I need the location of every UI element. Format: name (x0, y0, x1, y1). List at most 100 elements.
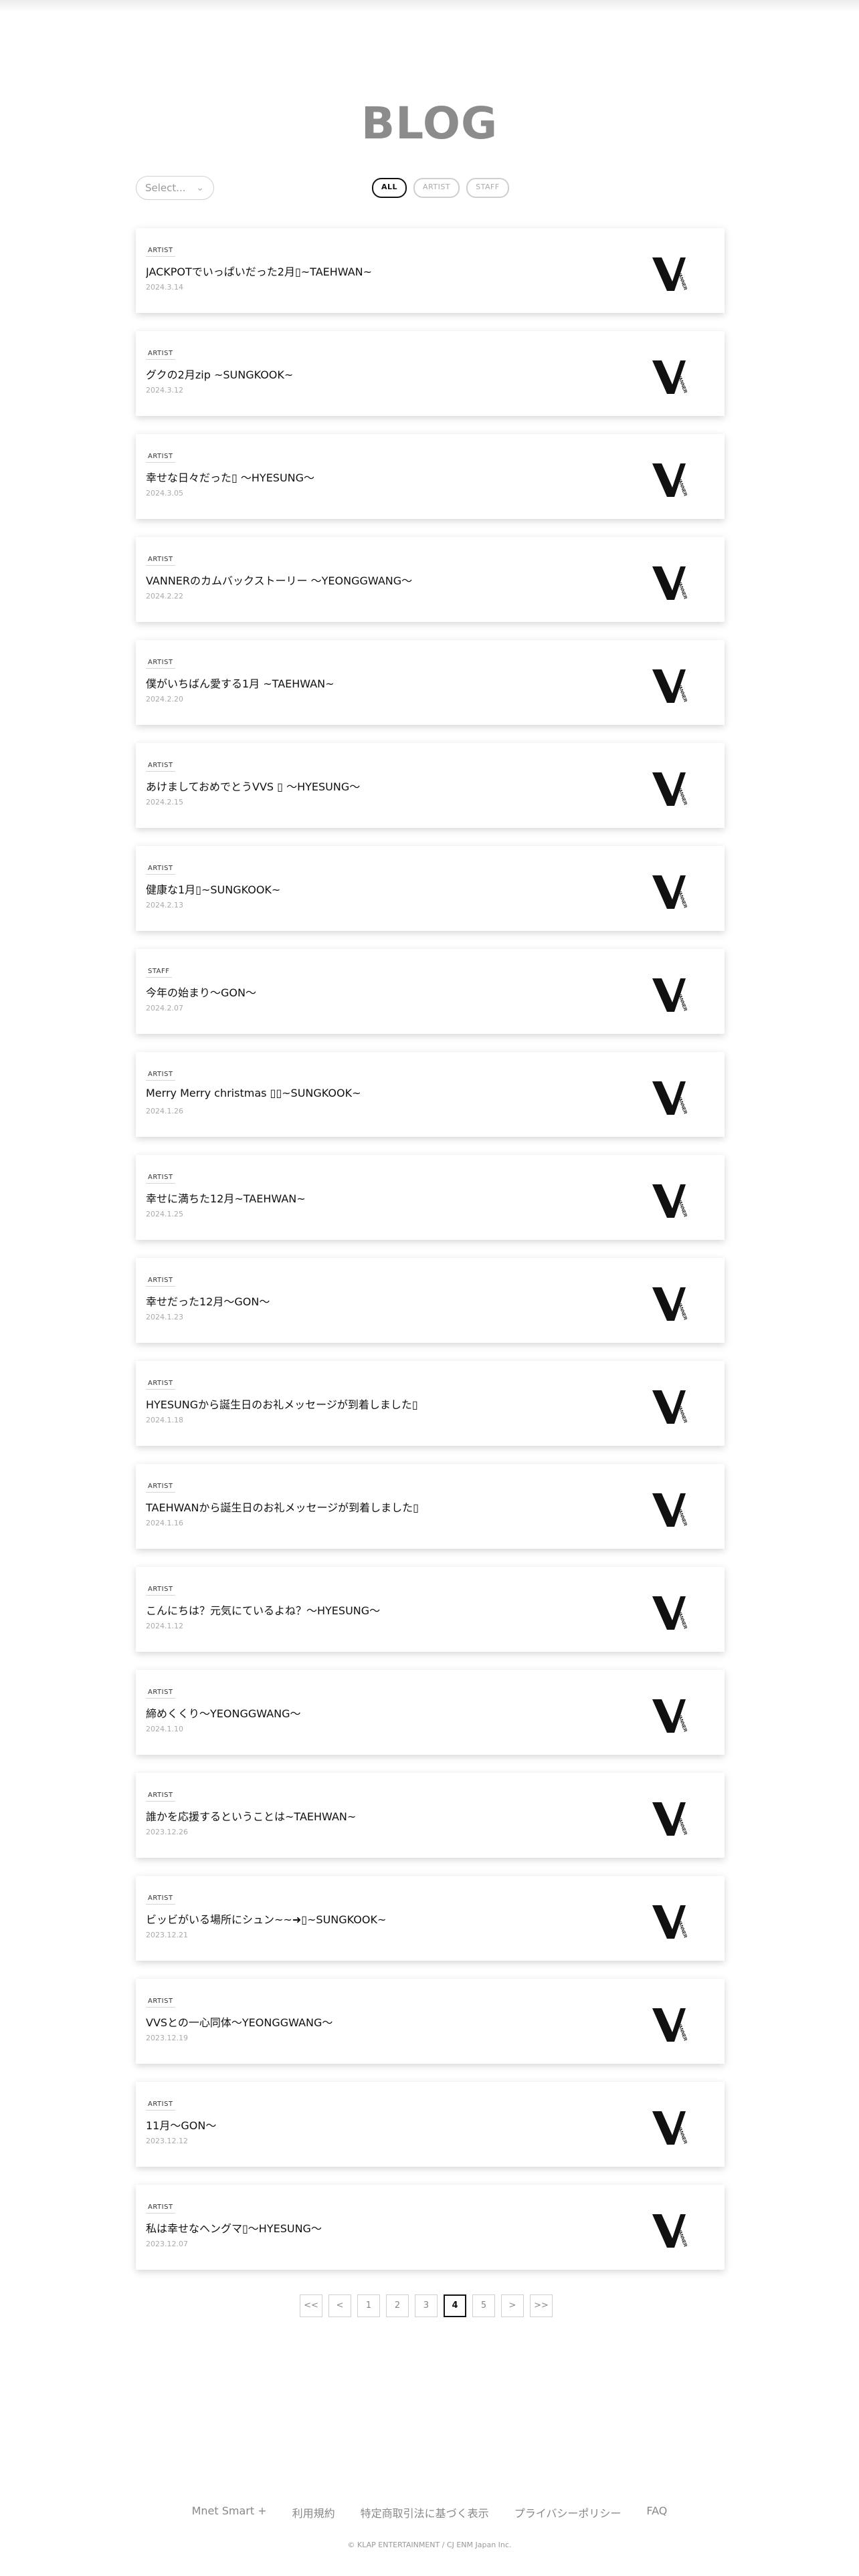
post-title: 幸せに満ちた12月~TAEHWAN~ (146, 1192, 306, 1205)
vanner-logo-icon: VANNER (652, 463, 688, 497)
post-date: 2024.2.07 (146, 1004, 183, 1012)
logo-text: VANNER (676, 1198, 688, 1218)
post-title: 幸せだった12月〜GON〜 (146, 1295, 270, 1308)
blog-post-card[interactable]: ARTIST ビッビがいる場所にシュン~~➜▯~SUNGKOOK~ 2023.12.… (136, 1876, 725, 1961)
post-date: 2024.1.12 (146, 1622, 183, 1630)
vanner-logo-icon: VANNER (652, 1802, 688, 1836)
logo-text: VANNER (676, 786, 688, 806)
page-last-button[interactable]: >> (530, 2294, 553, 2317)
blog-post-card[interactable]: ARTIST HYESUNGから誕生日のお礼メッセージが到着しました▯ 2024.1… (136, 1361, 725, 1446)
vanner-logo-icon: VANNER (652, 2214, 688, 2248)
footer-link-faq[interactable]: FAQ (646, 2504, 667, 2520)
blog-post-card[interactable]: ARTIST 幸せだった12月〜GON〜 2024.1.23 VANNER (136, 1258, 725, 1343)
logo-text: VANNER (676, 271, 688, 291)
blog-post-card[interactable]: ARTIST 誰かを応援するということは~TAEHWAN~ 2023.12.26 VA… (136, 1773, 725, 1858)
post-date: 2024.2.20 (146, 695, 183, 704)
blog-post-card[interactable]: ARTIST VANNERのカムバックストーリー 〜YEONGGWANG〜 2024… (136, 537, 725, 622)
post-date: 2024.1.23 (146, 1313, 183, 1321)
category-tag: ARTIST (146, 2101, 175, 2111)
vanner-logo-icon: VANNER (652, 1184, 688, 1218)
blog-post-card[interactable]: ARTIST 僕がいちばん愛する1月 ~TAEHWAN~ 2024.2.20 VANN… (136, 640, 725, 725)
footer-link-privacy[interactable]: プライバシーポリシー (514, 2504, 622, 2520)
vanner-logo-icon: VANNER (652, 2008, 688, 2042)
post-date: 2023.12.12 (146, 2137, 188, 2145)
logo-text: VANNER (676, 2125, 688, 2145)
page-button-3[interactable]: 3 (415, 2294, 438, 2317)
page-button-1[interactable]: 1 (357, 2294, 380, 2317)
blog-post-card[interactable]: ARTIST あけましておめでとうVVS ▯ 〜HYESUNG〜 2024.2.15… (136, 743, 725, 828)
footer-link-mnet[interactable]: Mnet Smart + (192, 2504, 267, 2520)
filter-all[interactable]: ALL (372, 178, 407, 198)
blog-post-card[interactable]: STAFF 今年の始まり〜GON〜 2024.2.07 VANNER (136, 949, 725, 1034)
vanner-logo-icon: VANNER (652, 772, 688, 806)
footer-link-commerce[interactable]: 特定商取引法に基づく表示 (361, 2504, 489, 2520)
footer-link-terms[interactable]: 利用規約 (292, 2504, 335, 2520)
page-first-button[interactable]: << (300, 2294, 322, 2317)
post-date: 2024.2.15 (146, 798, 183, 807)
post-title: VVSとの一心同体〜YEONGGWANG〜 (146, 2016, 333, 2029)
category-tag: ARTIST (146, 865, 175, 875)
page-next-button[interactable]: > (501, 2294, 524, 2317)
blog-post-card[interactable]: ARTIST 11月〜GON〜 2023.12.12 VANNER (136, 2082, 725, 2167)
post-list: ARTIST JACKPOTでいっぱいだった2月▯~TAEHWAN~ 2024.3.… (136, 228, 725, 2288)
post-date: 2024.3.12 (146, 386, 183, 395)
logo-text: VANNER (676, 1404, 688, 1424)
page-button-2[interactable]: 2 (386, 2294, 409, 2317)
blog-post-card[interactable]: ARTIST グクの2月zip ~SUNGKOOK~ 2024.3.12 VANNER (136, 331, 725, 416)
blog-post-card[interactable]: ARTIST 私は幸せなヘングマ▯〜HYESUNG〜 2023.12.07 VANNE… (136, 2185, 725, 2270)
post-title: 僕がいちばん愛する1月 ~TAEHWAN~ (146, 677, 335, 690)
category-tag: ARTIST (146, 1689, 175, 1699)
blog-post-card[interactable]: ARTIST こんにちは？元気にているよね？〜HYESUNG〜 2024.1.12 V… (136, 1567, 725, 1652)
vanner-logo-icon: VANNER (652, 1390, 688, 1424)
category-tag: ARTIST (146, 659, 175, 669)
post-date: 2024.1.10 (146, 1725, 183, 1733)
logo-text: VANNER (676, 1816, 688, 1836)
vanner-logo-icon: VANNER (652, 978, 688, 1012)
vanner-logo-icon: VANNER (652, 2111, 688, 2145)
blog-post-card[interactable]: ARTIST TAEHWANから誕生日のお礼メッセージが到着しました▯ 2024.1… (136, 1464, 725, 1549)
post-date: 2024.1.25 (146, 1210, 183, 1218)
copyright: © KLAP ENTERTAINMENT / CJ ENM Japan Inc. (347, 2541, 512, 2549)
post-title: グクの2月zip ~SUNGKOOK~ (146, 368, 294, 381)
blog-post-card[interactable]: ARTIST Merry Merry christmas ▯▯~SUNGKOOK~… (136, 1052, 725, 1137)
logo-text: VANNER (676, 1919, 688, 1939)
blog-post-card[interactable]: ARTIST 健康な1月▯~SUNGKOOK~ 2024.2.13 VANNER (136, 846, 725, 931)
page-button-4-current[interactable]: 4 (444, 2294, 466, 2317)
logo-text: VANNER (676, 1095, 688, 1115)
vanner-logo-icon: VANNER (652, 1905, 688, 1939)
vanner-logo-icon: VANNER (652, 1699, 688, 1733)
logo-text: VANNER (676, 1301, 688, 1321)
blog-post-card[interactable]: ARTIST 締めくくり〜YEONGGWANG〜 2024.1.10 VANNER (136, 1670, 725, 1755)
category-tag: ARTIST (146, 1174, 175, 1184)
filter-artist[interactable]: ARTIST (413, 178, 460, 198)
category-tag: STAFF (146, 968, 172, 978)
category-tag: ARTIST (146, 1586, 175, 1596)
page-title: BLOG (361, 98, 498, 149)
blog-post-card[interactable]: ARTIST 幸せに満ちた12月~TAEHWAN~ 2024.1.25 VANNER (136, 1155, 725, 1240)
category-tag: ARTIST (146, 1277, 175, 1287)
post-title: Merry Merry christmas ▯▯~SUNGKOOK~ (146, 1087, 361, 1099)
post-title: TAEHWANから誕生日のお礼メッセージが到着しました▯ (146, 1501, 419, 1514)
page-button-5[interactable]: 5 (472, 2294, 495, 2317)
post-date: 2023.12.21 (146, 1931, 188, 1939)
blog-post-card[interactable]: ARTIST 幸せな日々だった▯ 〜HYESUNG〜 2024.3.05 VANNER (136, 434, 725, 519)
filter-group: ALL ARTIST STAFF (372, 178, 509, 198)
post-title: 誰かを応援するということは~TAEHWAN~ (146, 1810, 357, 1823)
post-title: 健康な1月▯~SUNGKOOK~ (146, 883, 281, 896)
logo-text: VANNER (676, 477, 688, 497)
category-select[interactable]: Select... ⌄ (136, 176, 214, 200)
vanner-logo-icon: VANNER (652, 875, 688, 909)
logo-text: VANNER (676, 580, 688, 600)
category-tag: ARTIST (146, 1380, 175, 1390)
post-date: 2023.12.19 (146, 2034, 188, 2042)
category-tag: ARTIST (146, 1895, 175, 1905)
page-prev-button[interactable]: < (328, 2294, 351, 2317)
post-title: ビッビがいる場所にシュン~~➜▯~SUNGKOOK~ (146, 1913, 387, 1926)
filter-staff[interactable]: STAFF (466, 178, 509, 198)
blog-post-card[interactable]: ARTIST JACKPOTでいっぱいだった2月▯~TAEHWAN~ 2024.3.… (136, 228, 725, 313)
logo-text: VANNER (676, 1507, 688, 1527)
post-title: 私は幸せなヘングマ▯〜HYESUNG〜 (146, 2222, 322, 2235)
category-tag: ARTIST (146, 556, 175, 566)
post-date: 2024.2.13 (146, 901, 183, 909)
blog-post-card[interactable]: ARTIST VVSとの一心同体〜YEONGGWANG〜 2023.12.19 VAN… (136, 1979, 725, 2064)
